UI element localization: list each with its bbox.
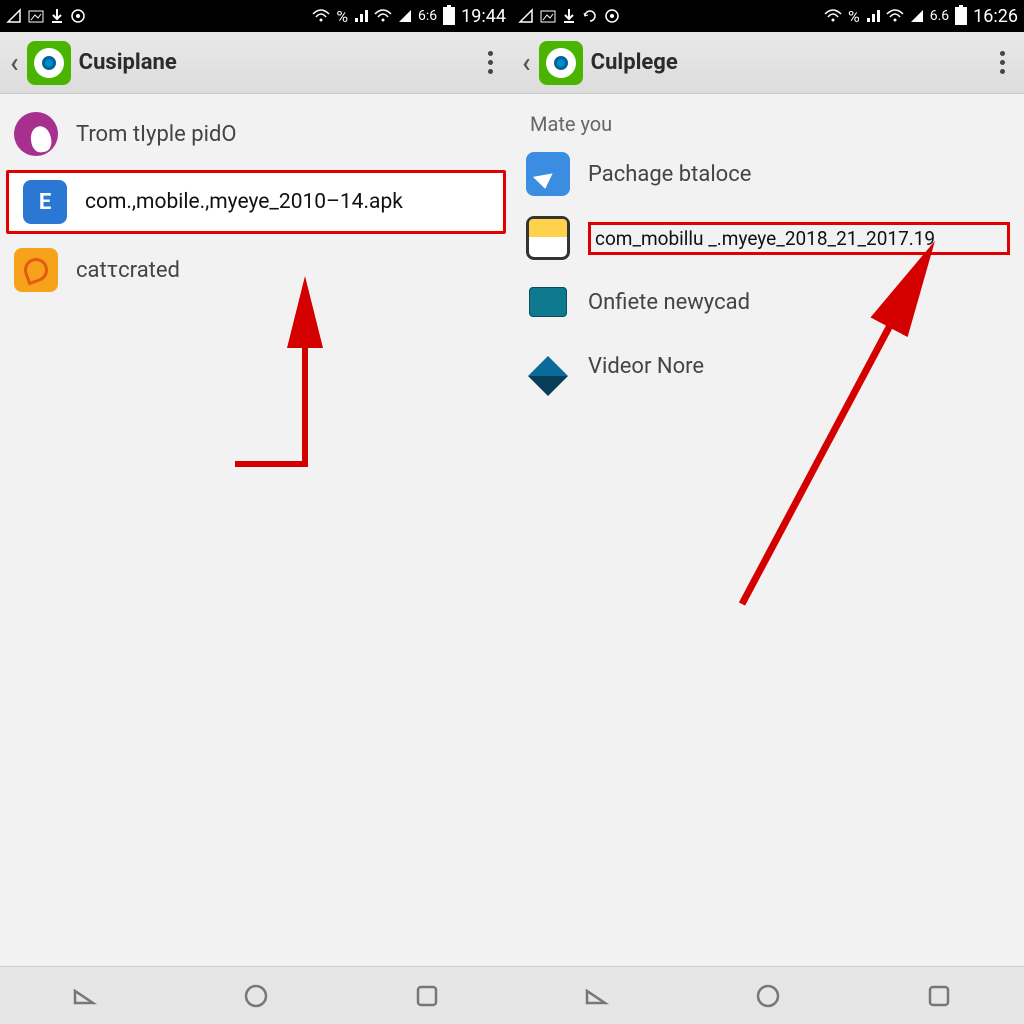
nav-recent[interactable] — [919, 976, 959, 1016]
list-item[interactable]: Pachage btaloce — [512, 142, 1024, 206]
back-button[interactable]: ‹ — [10, 46, 19, 79]
content-area: Trom tIyple pidO E com.,mobile.,myeye_20… — [0, 94, 512, 966]
signal-icon — [354, 9, 368, 23]
nav-home[interactable] — [748, 976, 788, 1016]
app-icon — [27, 41, 71, 85]
sim-icon — [518, 8, 534, 24]
list-item[interactable]: Onfiete newycad — [512, 270, 1024, 334]
item-label: com.,mobile.,myeye_2010–14.apk — [85, 190, 489, 214]
signal-icon — [866, 9, 880, 23]
item-label: com_mobillu _.myeye_2018_21_2017.19 — [588, 222, 1010, 255]
section-header: Mate you — [512, 102, 1024, 142]
app-title: Cusiplane — [79, 50, 470, 75]
percent-label: % — [848, 7, 860, 26]
left-panel: % 6:6 19:44 ‹ Cusiplane Trom tIyple pidO… — [0, 0, 512, 1024]
app-title: Culplege — [591, 50, 982, 75]
item-label: catτcrated — [76, 258, 498, 283]
item-label: Videor Nore — [588, 354, 1010, 379]
nav-bar — [512, 966, 1024, 1024]
battery-pct: 6.6 — [930, 8, 949, 24]
app-icon — [539, 41, 583, 85]
wifi-icon-2 — [374, 9, 392, 23]
target-icon — [604, 8, 620, 24]
list-item-highlighted[interactable]: E com.,mobile.,myeye_2010–14.apk — [6, 170, 506, 234]
battery-pct: 6:6 — [418, 8, 437, 24]
wifi-icon — [824, 9, 842, 23]
list-item-highlighted[interactable]: com_mobillu _.myeye_2018_21_2017.19 — [512, 206, 1024, 270]
image-icon — [540, 8, 556, 24]
app-bar: ‹ Culplege — [512, 32, 1024, 94]
signal-icon-2 — [398, 9, 412, 23]
status-bar: % 6:6 19:44 — [0, 0, 512, 32]
sync-icon — [582, 8, 598, 24]
item-label: Trom tIyple pidO — [76, 122, 498, 147]
nav-recent[interactable] — [407, 976, 447, 1016]
clock: 16:26 — [973, 6, 1018, 27]
nav-back[interactable] — [65, 976, 105, 1016]
overflow-menu[interactable] — [478, 51, 502, 74]
signal-icon-2 — [910, 9, 924, 23]
image-icon — [28, 8, 44, 24]
target-icon — [70, 8, 86, 24]
nav-home[interactable] — [236, 976, 276, 1016]
wifi-icon-2 — [886, 9, 904, 23]
status-bar: % 6.6 16:26 — [512, 0, 1024, 32]
clock: 19:44 — [461, 6, 506, 27]
app-icon-purple — [14, 112, 58, 156]
list-item[interactable]: catτcrated — [0, 238, 512, 302]
item-label: Pachage btaloce — [588, 162, 1010, 187]
app-icon-arrow — [526, 152, 570, 196]
app-icon-diamond — [528, 336, 568, 376]
download-icon — [50, 8, 64, 24]
right-panel: % 6.6 16:26 ‹ Culplege Mate you Pachage … — [512, 0, 1024, 1024]
annotation-arrow — [215, 294, 335, 478]
app-icon-teal — [529, 287, 567, 317]
item-label: Onfiete newycad — [588, 290, 1010, 315]
battery-icon — [443, 7, 455, 25]
overflow-menu[interactable] — [990, 51, 1014, 74]
list-item[interactable]: Videor Nore — [512, 334, 1024, 398]
file-icon-e: E — [23, 180, 67, 224]
download-icon — [562, 8, 576, 24]
percent-label: % — [336, 7, 348, 26]
content-area: Mate you Pachage btaloce com_mobillu _.m… — [512, 94, 1024, 966]
nav-back[interactable] — [577, 976, 617, 1016]
app-icon-orange — [14, 248, 58, 292]
list-item[interactable]: Trom tIyple pidO — [0, 102, 512, 166]
nav-bar — [0, 966, 512, 1024]
battery-icon — [955, 7, 967, 25]
app-icon-yellow — [526, 216, 570, 260]
app-bar: ‹ Cusiplane — [0, 32, 512, 94]
wifi-icon — [312, 9, 330, 23]
sim-icon — [6, 8, 22, 24]
back-button[interactable]: ‹ — [522, 46, 531, 79]
